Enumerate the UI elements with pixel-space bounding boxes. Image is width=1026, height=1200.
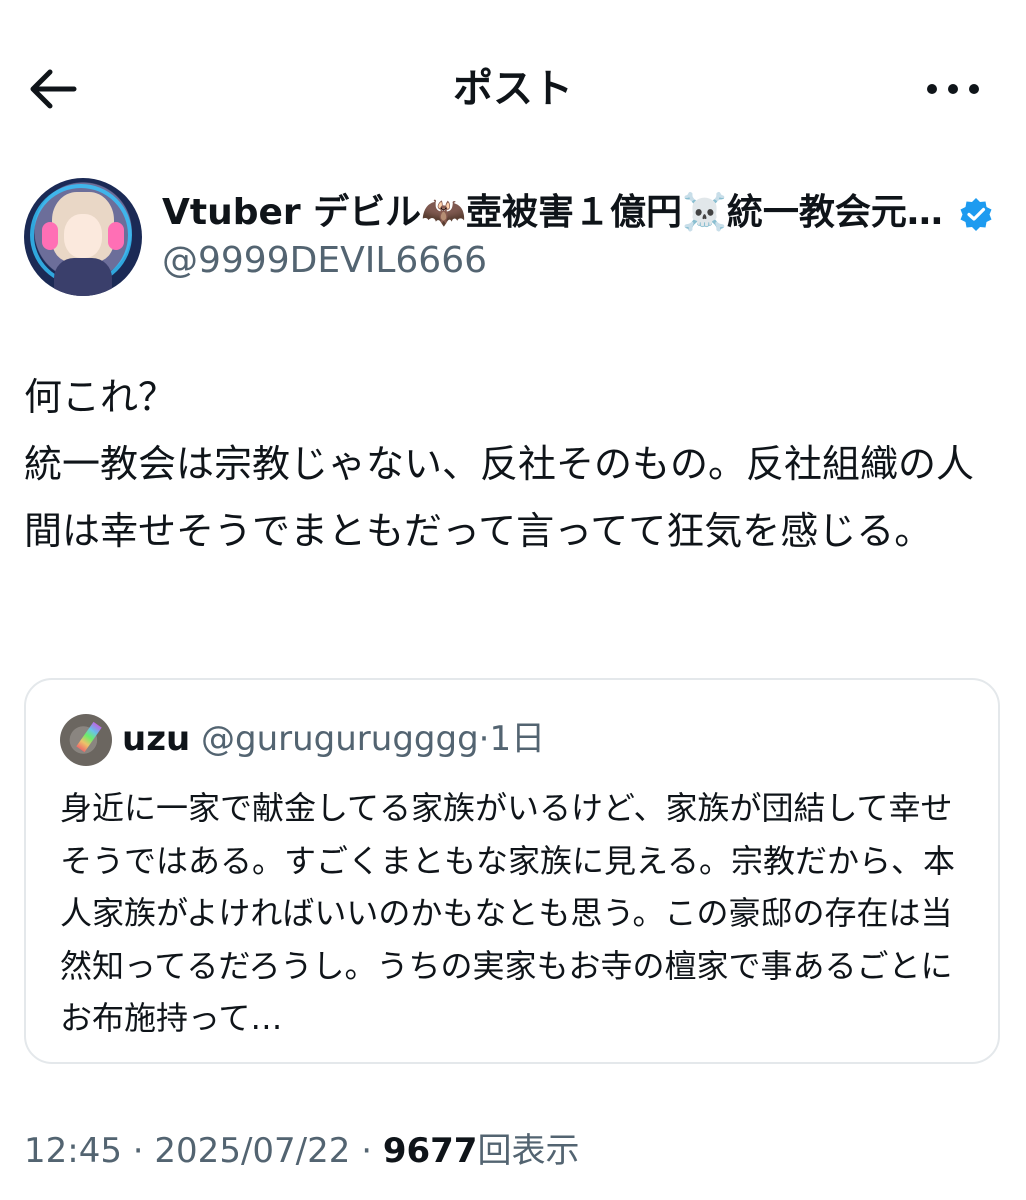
verified-badge-icon bbox=[960, 198, 992, 231]
post-time: 12:45 bbox=[24, 1131, 122, 1171]
author-display-name[interactable]: Vtuber デビル🦇壺被害１億円☠️統一教会元… bbox=[162, 190, 943, 236]
view-count: 9677 bbox=[382, 1131, 478, 1171]
meta-separator: · bbox=[121, 1131, 155, 1171]
more-horizontal-icon bbox=[927, 84, 979, 94]
author-avatar[interactable] bbox=[24, 178, 142, 296]
quoted-post-time: 1日 bbox=[489, 719, 546, 759]
quoted-post[interactable]: uzu @gurugurugggg·1日 身近に一家で献金してる家族がいるけど、… bbox=[24, 678, 1000, 1064]
avatar-headset-right bbox=[108, 222, 124, 250]
view-count-label: 回表示 bbox=[477, 1131, 580, 1171]
quoted-post-header: uzu @gurugurugggg·1日 bbox=[122, 716, 545, 762]
top-bar: ポスト bbox=[0, 0, 1026, 180]
page-title: ポスト bbox=[453, 66, 573, 112]
avatar-rainbow bbox=[76, 721, 102, 753]
quoted-author-avatar bbox=[60, 714, 112, 766]
post-date: 2025/07/22 bbox=[154, 1131, 351, 1171]
quoted-post-text: 身近に一家で献金してる家族がいるけど、家族が団結して幸せそうではある。すごくまと… bbox=[60, 789, 956, 1037]
meta-separator: · bbox=[350, 1131, 383, 1171]
post-author: Vtuber デビル🦇壺被害１億円☠️統一教会元… @9999DEVIL6666 bbox=[24, 178, 1004, 298]
avatar-body bbox=[54, 258, 112, 296]
avatar-headset-left bbox=[42, 222, 58, 250]
quoted-author-handle: @gurugurugggg bbox=[201, 719, 479, 759]
avatar-face bbox=[64, 214, 102, 258]
quoted-separator: · bbox=[478, 719, 490, 759]
quoted-author-name: uzu bbox=[122, 719, 191, 759]
more-button[interactable] bbox=[922, 70, 984, 108]
post-meta: 12:45 · 2025/07/22 · 9677回表示 bbox=[24, 1128, 579, 1174]
author-handle[interactable]: @9999DEVIL6666 bbox=[162, 238, 487, 284]
post-text: 何これ？ 統一教会は宗教じゃない、反社そのもの。反社組織の人間は幸せそうでまとも… bbox=[24, 375, 975, 553]
